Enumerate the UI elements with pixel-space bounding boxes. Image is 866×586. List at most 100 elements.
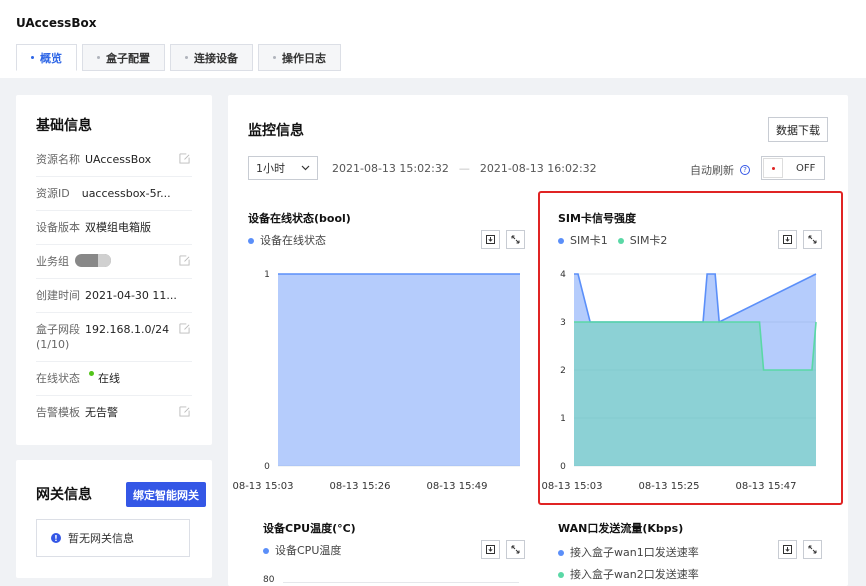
chart-plot: 4 3 2 1 0 08-13 15:03 08-13 15:25 08-13 15:47 xyxy=(541,270,817,492)
start-time: 2021-08-13 15:02:32 xyxy=(332,162,449,175)
info-row-subnet: 盒子网段 192.168.1.0/24 (1/10) xyxy=(36,313,192,362)
chart-cpu-temp: 设备CPU温度(°C) 设备CPU温度 80 xyxy=(263,520,528,586)
x-tick-label: 08-13 15:03 xyxy=(541,481,602,492)
info-row-resource-id: 资源ID uaccessbox-5r... xyxy=(36,177,192,211)
legend-label: 接入盒子wan1口发送速率 xyxy=(570,546,699,559)
legend-dot-icon xyxy=(558,550,564,556)
chart-toolbar xyxy=(778,540,822,559)
legend-dot-icon xyxy=(263,548,269,554)
info-icon: ! xyxy=(51,533,61,543)
y-tick-label: 1 xyxy=(264,270,270,280)
app-title: UAccessBox xyxy=(16,16,97,30)
edit-icon[interactable] xyxy=(179,153,190,164)
tab-dot-icon xyxy=(185,56,188,59)
info-row-resource-name: 资源名称 UAccessBox xyxy=(36,143,192,177)
tab-label: 操作日志 xyxy=(282,51,326,65)
end-time: 2021-08-13 16:02:32 xyxy=(479,162,597,175)
chart-title: 设备CPU温度(°C) xyxy=(263,522,356,535)
x-tick-label: 08-13 15:03 xyxy=(232,481,293,492)
x-tick-label: 08-13 15:26 xyxy=(329,481,390,492)
x-tick-label: 08-13 15:49 xyxy=(426,481,487,492)
toggle-knob xyxy=(763,158,783,178)
expand-icon[interactable] xyxy=(803,540,822,559)
y-tick-label: 0 xyxy=(560,462,566,472)
chart-legend: 接入盒子wan1口发送速率 接入盒子wan2口发送速率 xyxy=(558,542,699,586)
time-separator: — xyxy=(458,162,470,175)
edit-icon[interactable] xyxy=(179,255,190,266)
tab-dot-icon xyxy=(31,56,34,59)
legend-item[interactable]: 设备CPU温度 xyxy=(263,542,341,558)
info-label: 在线状态 xyxy=(36,372,80,385)
redacted-value xyxy=(75,254,111,267)
download-icon[interactable] xyxy=(481,540,500,559)
chart-wan-traffic: WAN口发送流量(Kbps) 接入盒子wan1口发送速率 接入盒子wan2口发送… xyxy=(558,520,838,586)
basic-info-card: 基础信息 资源名称 UAccessBox 资源ID uaccessbox-5r.… xyxy=(16,95,212,445)
legend-item[interactable]: 接入盒子wan2口发送速率 xyxy=(558,564,699,586)
monitor-title: 监控信息 xyxy=(248,123,304,139)
y-tick-label: 80 xyxy=(263,575,275,585)
expand-icon[interactable] xyxy=(506,540,525,559)
chart-toolbar xyxy=(481,540,525,559)
y-tick-label: 0 xyxy=(264,462,270,472)
legend-item[interactable]: 接入盒子wan1口发送速率 xyxy=(558,542,699,564)
bind-gateway-button[interactable]: 绑定智能网关 xyxy=(126,482,206,507)
tab-dot-icon xyxy=(273,56,276,59)
tab-connected-devices[interactable]: 连接设备 xyxy=(170,44,253,71)
tab-box-config[interactable]: 盒子配置 xyxy=(82,44,165,71)
auto-refresh-toggle[interactable]: OFF xyxy=(761,156,825,180)
basic-info-title: 基础信息 xyxy=(36,118,92,134)
monitor-card: 监控信息 数据下载 1小时 2021-08-13 15:02:32 — 2021… xyxy=(228,95,848,586)
gateway-title: 网关信息 xyxy=(36,487,92,503)
edit-icon[interactable] xyxy=(179,406,190,417)
chevron-down-icon xyxy=(301,165,310,171)
help-icon[interactable]: ? xyxy=(740,165,750,175)
time-range-display: 2021-08-13 15:02:32 — 2021-08-13 16:02:3… xyxy=(332,162,597,175)
tab-overview[interactable]: 概览 xyxy=(16,44,77,71)
gateway-card: 网关信息 绑定智能网关 ! 暂无网关信息 xyxy=(16,460,212,578)
download-icon[interactable] xyxy=(778,540,797,559)
chart-sim-signal: SIM卡信号强度 SIM卡1 SIM卡2 4 3 2 1 0 08-13 15:03 08-… xyxy=(541,210,838,495)
info-label: 业务组 xyxy=(36,255,69,268)
toggle-state: OFF xyxy=(796,162,816,174)
x-tick-label: 08-13 15:47 xyxy=(735,481,796,492)
y-tick-label: 4 xyxy=(560,270,566,280)
info-value: 2021-04-30 11... xyxy=(85,289,177,302)
edit-icon[interactable] xyxy=(179,323,190,334)
legend-dot-icon xyxy=(558,572,564,578)
tab-bar: 概览 盒子配置 连接设备 操作日志 xyxy=(16,44,341,71)
gateway-empty-text: 暂无网关信息 xyxy=(68,532,134,545)
grid-line xyxy=(283,582,519,583)
info-value: uaccessbox-5r... xyxy=(81,187,171,200)
info-row-alarm-template: 告警模板 无告警 xyxy=(36,396,192,429)
subnet-count: (1/10) xyxy=(36,338,70,351)
info-row-business-group: 业务组 xyxy=(36,245,192,279)
chart-legend: 设备CPU温度 xyxy=(263,542,341,558)
info-label: 盒子网段 xyxy=(36,323,80,336)
info-value: 无告警 xyxy=(85,406,118,419)
top-bar: UAccessBox 概览 盒子配置 连接设备 操作日志 xyxy=(0,0,866,78)
info-label: 设备版本 xyxy=(36,221,80,234)
chart-plot: 1 0 08-13 15:03 08-13 15:26 08-13 15:49 xyxy=(232,270,520,492)
info-value: 双模组电箱版 xyxy=(85,221,151,234)
series-area xyxy=(278,274,520,466)
tab-label: 盒子配置 xyxy=(106,51,150,65)
y-tick-label: 2 xyxy=(560,366,566,376)
info-value: 192.168.1.0/24 xyxy=(85,323,170,336)
chart-online-status: 设备在线状态(bool) 设备在线状态 1 0 08-13 15:03 08-13 1… xyxy=(232,210,528,495)
y-tick-label: 1 xyxy=(560,414,566,424)
x-tick-label: 08-13 15:25 xyxy=(638,481,699,492)
tab-label: 概览 xyxy=(40,51,62,65)
legend-label: 设备CPU温度 xyxy=(275,544,342,557)
tab-label: 连接设备 xyxy=(194,51,238,65)
info-label: 创建时间 xyxy=(36,289,80,302)
tab-operation-log[interactable]: 操作日志 xyxy=(258,44,341,71)
data-download-button[interactable]: 数据下载 xyxy=(768,117,828,142)
info-value: UAccessBox xyxy=(85,153,152,166)
info-row-created-time: 创建时间 2021-04-30 11... xyxy=(36,279,192,313)
info-label: 资源名称 xyxy=(36,153,80,166)
info-row-online-status: 在线状态 在线 xyxy=(36,362,192,396)
info-row-device-version: 设备版本 双模组电箱版 xyxy=(36,211,192,245)
time-range-value: 1小时 xyxy=(256,162,285,175)
time-range-select[interactable]: 1小时 xyxy=(248,156,318,180)
chart-title: WAN口发送流量(Kbps) xyxy=(558,522,684,535)
